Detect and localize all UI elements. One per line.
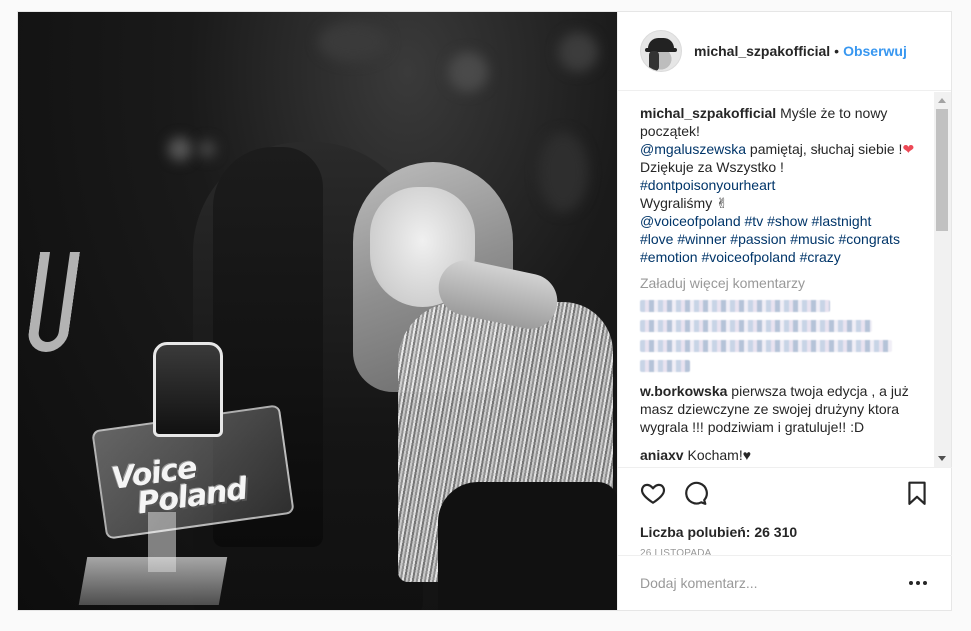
avatar-hair bbox=[649, 51, 659, 71]
comment-icon[interactable] bbox=[682, 480, 708, 506]
hashtag[interactable]: #voiceofpoland bbox=[701, 249, 795, 265]
comment-text: Kocham!♥ bbox=[687, 447, 752, 463]
hashtag[interactable]: #emotion bbox=[640, 249, 698, 265]
header-separator: • bbox=[834, 43, 840, 59]
caption-hashtag-1[interactable]: #dontpoisonyourheart bbox=[640, 177, 775, 193]
victory-hand-emoji-icon: ✌ bbox=[716, 195, 728, 211]
comment-username[interactable]: aniaxv bbox=[640, 447, 684, 463]
caption-text-3: Dziękuje za Wszystko ! bbox=[640, 159, 784, 175]
load-more-comments-button[interactable]: Załaduj więcej komentarzy bbox=[640, 274, 930, 292]
trophy-hand-mic bbox=[153, 342, 223, 437]
comment-item: w.borkowska pierwsza twoja edycja , a ju… bbox=[640, 382, 930, 436]
add-comment-bar bbox=[618, 555, 952, 610]
comments-scrollbar[interactable] bbox=[934, 92, 951, 467]
add-comment-input[interactable] bbox=[640, 575, 906, 591]
hashtag[interactable]: #show bbox=[767, 213, 807, 229]
hashtag[interactable]: #tv bbox=[745, 213, 764, 229]
hashtag[interactable]: #passion bbox=[730, 231, 786, 247]
follow-button[interactable]: Obserwuj bbox=[843, 43, 907, 59]
trophy-base bbox=[78, 557, 228, 605]
heart-emoji-icon: ❤ bbox=[902, 141, 915, 157]
likes-count[interactable]: Liczba polubień: 26 310 bbox=[640, 524, 797, 540]
caption-text-4: Wygraliśmy bbox=[640, 195, 713, 211]
dark-dress bbox=[438, 482, 617, 610]
voice-logo-background bbox=[25, 252, 81, 352]
bookmark-icon[interactable] bbox=[904, 480, 930, 506]
comments-list[interactable]: michal_szpakofficial Myśle że to nowy po… bbox=[618, 92, 952, 467]
hashtag[interactable]: #love bbox=[640, 231, 673, 247]
avatar[interactable] bbox=[640, 30, 682, 72]
hashtag[interactable]: #congrats bbox=[838, 231, 899, 247]
caption-mention-2[interactable]: @voiceofpoland bbox=[640, 213, 741, 229]
scroll-down-arrow-icon[interactable] bbox=[938, 456, 946, 461]
hashtag[interactable]: #lastnight bbox=[811, 213, 871, 229]
comment-username[interactable]: w.borkowska bbox=[640, 383, 727, 399]
header-username[interactable]: michal_szpakofficial bbox=[694, 43, 830, 59]
post-header: michal_szpakofficial • Obserwuj bbox=[618, 12, 951, 91]
instagram-post: Voice Poland michal_szpakofficial • Obse… bbox=[17, 11, 952, 611]
hashtag[interactable]: #winner bbox=[677, 231, 726, 247]
scroll-up-arrow-icon[interactable] bbox=[938, 98, 946, 103]
caption-username[interactable]: michal_szpakofficial bbox=[640, 105, 776, 121]
post-actions: Liczba polubień: 26 310 26 LISTOPADA bbox=[618, 467, 952, 565]
blurred-comment bbox=[640, 300, 930, 374]
likes-label: Liczba polubień: bbox=[640, 524, 751, 540]
hashtag[interactable]: #crazy bbox=[800, 249, 841, 265]
likes-number: 26 310 bbox=[754, 524, 798, 540]
caption-mention-1[interactable]: @mgaluszewska bbox=[640, 141, 746, 157]
caption: michal_szpakofficial Myśle że to nowy po… bbox=[640, 104, 930, 266]
comment-item: aniaxv Kocham!♥ bbox=[640, 446, 930, 464]
post-side-panel: michal_szpakofficial • Obserwuj michal_s… bbox=[617, 12, 952, 610]
heart-icon[interactable] bbox=[640, 480, 666, 506]
hashtag[interactable]: #music bbox=[790, 231, 834, 247]
caption-text-2: pamiętaj, słuchaj siebie ! bbox=[749, 141, 903, 157]
scrollbar-thumb[interactable] bbox=[936, 109, 948, 231]
post-photo[interactable]: Voice Poland bbox=[18, 12, 617, 610]
more-options-icon[interactable] bbox=[906, 578, 930, 588]
